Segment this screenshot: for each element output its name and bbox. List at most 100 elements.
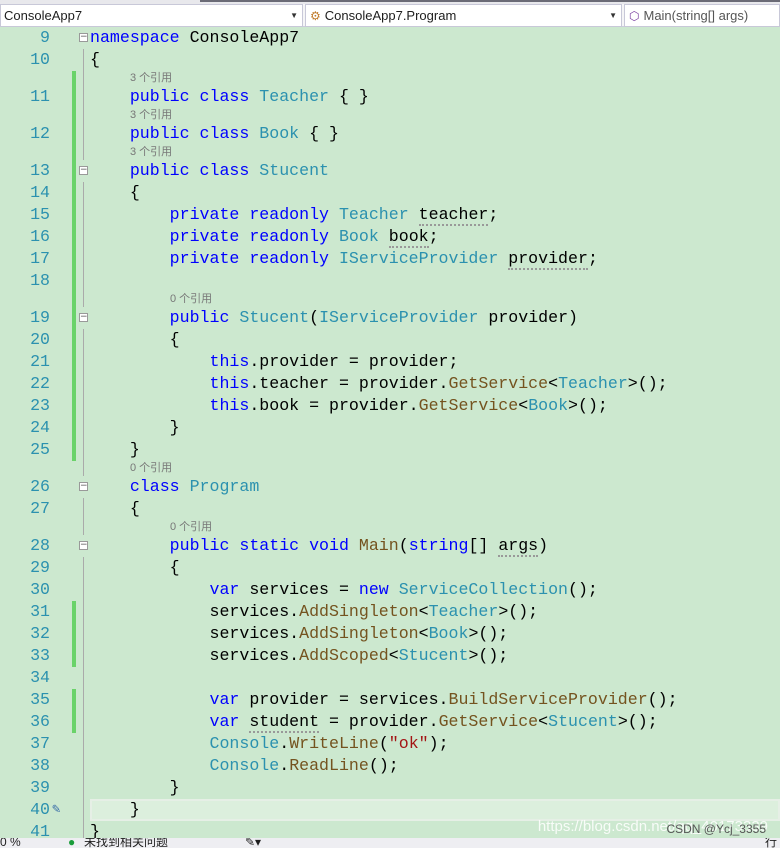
code-line[interactable]: 38 Console.ReadLine(); — [0, 755, 780, 777]
code-token: string — [408, 536, 469, 555]
reference-count-link[interactable]: 0 个引用 — [170, 520, 212, 535]
code-token: Teacher — [558, 374, 628, 393]
code-line[interactable]: 19 − public Stucent(IServiceProvider prov… — [0, 307, 780, 329]
navigation-bar: ConsoleApp7 ▼ ⚙ ConsoleApp7.Program ▼ ⬡ Main… — [0, 4, 780, 27]
code-line[interactable]: 33 services.AddScoped<Stucent>(); — [0, 645, 780, 667]
modified-marker — [72, 645, 76, 667]
code-line[interactable]: 16 private readonly Book book; — [0, 226, 780, 248]
check-icon: ● — [68, 838, 76, 848]
code-editor[interactable]: 9− namespace ConsoleApp7 10{3 个引用 11 public… — [0, 27, 780, 843]
code-line[interactable]: 22 this.teacher = provider.GetService<Te… — [0, 373, 780, 395]
line-number: 13 — [30, 161, 50, 180]
code-token: var — [209, 712, 250, 731]
modified-marker — [72, 182, 76, 204]
code-line[interactable]: 34 — [0, 667, 780, 689]
code-token: { } — [299, 124, 339, 143]
codelens-row: 3 个引用 — [0, 71, 780, 86]
code-token: .book = provider. — [249, 396, 419, 415]
reference-count-link[interactable]: 3 个引用 — [130, 108, 172, 123]
outline-line — [83, 351, 84, 373]
cleanup-brush-icon[interactable]: ✎▾ — [245, 838, 261, 848]
code-token: book — [388, 227, 429, 248]
code-text: this.provider = provider; — [90, 351, 459, 373]
code-line[interactable]: 20 { — [0, 329, 780, 351]
code-text: var provider = services.BuildServiceProv… — [90, 689, 678, 711]
code-line[interactable]: 37 Console.WriteLine("ok"); — [0, 733, 780, 755]
reference-count-link[interactable]: 3 个引用 — [130, 71, 172, 86]
code-token: ConsoleApp7 — [179, 28, 300, 47]
collapse-icon[interactable]: − — [79, 482, 88, 491]
code-line[interactable]: 31 services.AddSingleton<Teacher>(); — [0, 601, 780, 623]
code-line[interactable]: 17 private readonly IServiceProvider pro… — [0, 248, 780, 270]
code-line[interactable]: 30 var services = new ServiceCollection(… — [0, 579, 780, 601]
quick-action-brush-icon[interactable]: ✎ — [52, 799, 60, 821]
code-token: namespace — [90, 28, 180, 47]
outline-line — [83, 417, 84, 439]
code-line[interactable]: 13 − public class Stucent — [0, 160, 780, 182]
code-token: BuildServiceProvider — [448, 690, 648, 709]
code-token: Book — [338, 227, 379, 246]
code-line[interactable]: 39 } — [0, 777, 780, 799]
code-token: private readonly — [169, 227, 339, 246]
code-line[interactable]: 11 public class Teacher { } — [0, 86, 780, 108]
code-token: services. — [209, 602, 300, 621]
code-text: { — [90, 182, 140, 204]
reference-count-link[interactable]: 0 个引用 — [170, 292, 212, 307]
line-number: 19 — [30, 308, 50, 327]
line-number: 28 — [30, 536, 50, 555]
line-number: 23 — [30, 396, 50, 415]
code-line[interactable]: 24 } — [0, 417, 780, 439]
code-token: Stucent — [259, 161, 330, 180]
code-token: var — [209, 580, 240, 599]
reference-count-link[interactable]: 3 个引用 — [130, 145, 172, 160]
code-line[interactable]: 23 this.book = provider.GetService<Book>… — [0, 395, 780, 417]
code-line[interactable]: 10 { — [0, 49, 780, 71]
code-line[interactable]: 12 public class Book { } — [0, 123, 780, 145]
member-dropdown[interactable]: ⬡ Main(string[] args) — [624, 4, 780, 27]
code-token: .teacher = provider. — [249, 374, 449, 393]
code-text: { — [90, 329, 180, 351]
code-line[interactable]: 15 private readonly Teacher teacher; — [0, 204, 780, 226]
code-line[interactable]: 14 { — [0, 182, 780, 204]
line-number: 20 — [30, 330, 50, 349]
outline-line — [83, 689, 84, 711]
code-line[interactable]: 27 { — [0, 498, 780, 520]
outline-line — [83, 799, 84, 821]
modified-marker — [72, 270, 76, 292]
code-text: private readonly Teacher teacher; — [90, 204, 498, 226]
code-line[interactable]: 29 { — [0, 557, 780, 579]
collapse-icon[interactable]: − — [79, 313, 88, 322]
code-token: ( — [309, 308, 320, 327]
collapse-icon[interactable]: − — [79, 166, 88, 175]
codelens-row: 3 个引用 — [0, 108, 780, 123]
line-number: 12 — [30, 124, 50, 143]
code-line[interactable]: 21 this.provider = provider; — [0, 351, 780, 373]
code-text: { — [90, 49, 100, 71]
code-line[interactable]: 28 − public static void Main(string[] arg… — [0, 535, 780, 557]
code-line[interactable]: 36 var student = provider.GetService<Stu… — [0, 711, 780, 733]
code-line[interactable]: 26 − class Program — [0, 476, 780, 498]
class-dropdown[interactable]: ⚙ ConsoleApp7.Program ▼ — [305, 4, 622, 27]
code-line[interactable]: 18 — [0, 270, 780, 292]
zoom-level[interactable]: 0 % — [0, 838, 21, 848]
line-number: 31 — [30, 602, 50, 621]
code-text: services.AddScoped<Stucent>(); — [90, 645, 509, 667]
code-token: Teacher — [428, 602, 499, 621]
line-number: 14 — [30, 183, 50, 202]
code-line[interactable]: 25 } — [0, 439, 780, 461]
code-token: services. — [209, 646, 300, 665]
code-token: >(); — [498, 602, 539, 621]
code-text: namespace ConsoleApp7 — [90, 27, 299, 49]
collapse-icon[interactable]: − — [79, 33, 88, 42]
outline-line — [83, 645, 84, 667]
reference-count-link[interactable]: 0 个引用 — [130, 461, 172, 476]
code-line[interactable]: 32 services.AddSingleton<Book>(); — [0, 623, 780, 645]
code-token: (); — [368, 756, 399, 775]
project-dropdown[interactable]: ConsoleApp7 ▼ — [0, 4, 303, 27]
collapse-icon[interactable]: − — [79, 541, 88, 550]
issues-status[interactable]: 未找到相关问题 — [84, 838, 168, 848]
outline-line — [83, 86, 84, 108]
code-line[interactable]: 9 − namespace ConsoleApp7 — [0, 27, 780, 49]
code-line[interactable]: 35 var provider = services.BuildServiceP… — [0, 689, 780, 711]
